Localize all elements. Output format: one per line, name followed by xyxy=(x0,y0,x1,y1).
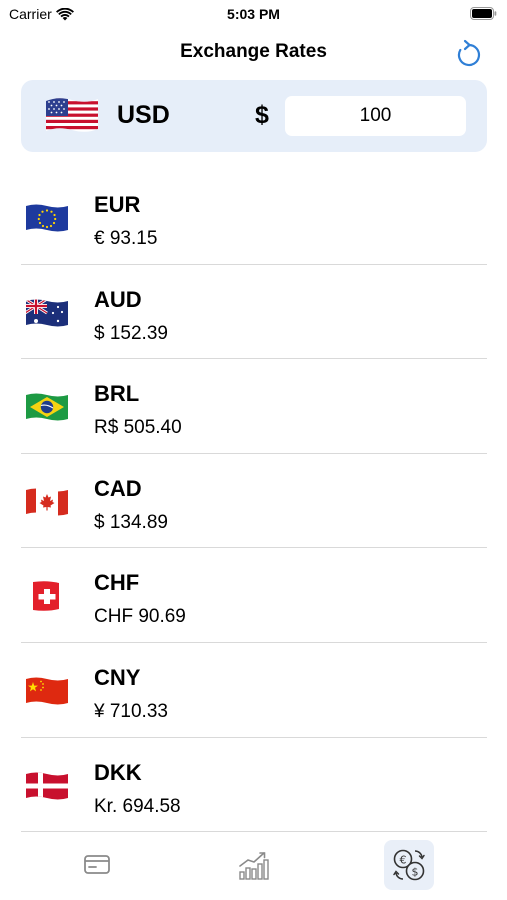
converted-amount: Kr. 694.58 xyxy=(94,795,181,817)
flag-br-icon xyxy=(26,393,68,421)
base-currency-symbol: $ xyxy=(255,101,269,129)
bar-chart-icon xyxy=(239,852,269,880)
rate-row-cad[interactable]: CAD $ 134.89 xyxy=(0,454,507,549)
rate-row-eur[interactable]: EUR € 93.15 xyxy=(0,170,507,265)
battery-icon xyxy=(470,7,497,20)
base-currency-code: USD xyxy=(117,101,170,129)
currency-code: DKK xyxy=(94,759,142,785)
rate-row-brl[interactable]: BRL R$ 505.40 xyxy=(0,359,507,454)
row-divider xyxy=(21,831,487,833)
flag-au-icon xyxy=(26,299,68,327)
currency-code: CAD xyxy=(94,475,142,501)
refresh-icon xyxy=(457,39,481,67)
converted-amount: $ 134.89 xyxy=(94,511,168,533)
currency-code: EUR xyxy=(94,192,141,217)
amount-input[interactable] xyxy=(285,96,466,136)
currency-code: BRL xyxy=(94,381,140,407)
svg-text:€: € xyxy=(400,854,407,867)
tab-bar: € $ xyxy=(0,834,507,900)
rate-row-chf[interactable]: CHF CHF 90.69 xyxy=(0,548,507,643)
rate-row-dkk[interactable]: DKK Kr. 694.58 xyxy=(0,738,507,833)
converted-amount: $ 152.39 xyxy=(94,322,168,344)
currency-exchange-icon: € $ xyxy=(393,849,425,881)
converted-amount: ¥ 710.33 xyxy=(94,700,168,722)
flag-ca-icon xyxy=(26,488,68,516)
page-title: Exchange Rates xyxy=(180,41,327,62)
converted-amount: € 93.15 xyxy=(94,228,158,249)
refresh-button[interactable] xyxy=(455,38,483,68)
status-time: 5:03 PM xyxy=(227,6,280,22)
rate-row-cny[interactable]: CNY ¥ 710.33 xyxy=(0,643,507,738)
credit-card-icon xyxy=(84,855,110,874)
flag-ch-icon xyxy=(33,581,59,612)
tab-charts[interactable] xyxy=(229,840,279,890)
flag-eu-icon xyxy=(26,204,68,232)
flag-us-icon xyxy=(46,98,98,132)
currency-code: CNY xyxy=(94,664,141,690)
currency-code: CHF xyxy=(94,570,140,596)
tab-exchange[interactable]: € $ xyxy=(384,840,434,890)
base-currency-card: USD $ xyxy=(21,80,487,152)
status-bar: Carrier 5:03 PM xyxy=(0,0,507,28)
rate-list: EUR € 93.15 AUD $ 152.39 BRL R$ 505.40 C… xyxy=(0,170,507,833)
tab-cards[interactable] xyxy=(73,840,123,890)
svg-text:$: $ xyxy=(412,866,419,879)
converted-amount: CHF 90.69 xyxy=(94,606,186,628)
flag-dk-icon xyxy=(26,772,68,800)
rate-row-aud[interactable]: AUD $ 152.39 xyxy=(0,265,507,360)
flag-cn-icon xyxy=(26,677,68,705)
currency-code: AUD xyxy=(94,286,142,312)
converted-amount: R$ 505.40 xyxy=(94,417,182,439)
